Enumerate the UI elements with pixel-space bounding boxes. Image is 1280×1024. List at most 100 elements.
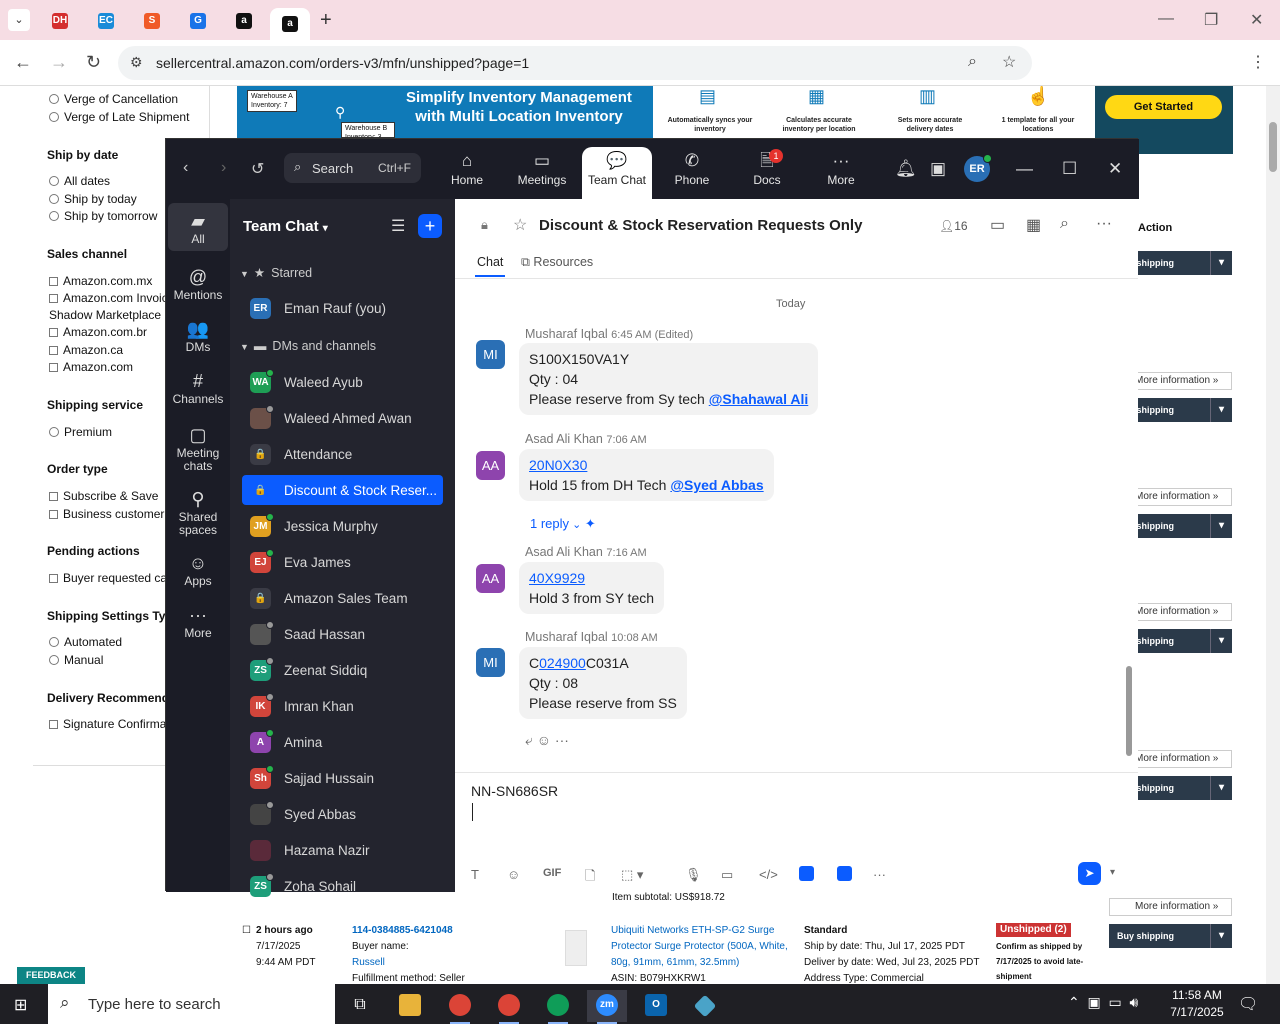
channel-list-item[interactable]: WA Waleed Ayub [242,367,443,397]
channel-list-item[interactable]: ZS Zoha Sohail [242,871,443,901]
zoom-magnifier-icon[interactable]: ⌕ [968,53,977,71]
zoom-profile-avatar[interactable]: ER [964,154,992,182]
filter-option[interactable]: Amazon.com.br [49,325,147,339]
emoji-icon[interactable]: ☺ [507,867,520,882]
tab-meetings[interactable]: ▭ Meetings [508,147,576,199]
microphone-icon[interactable]: 🎙︎ [685,867,702,883]
radio-button[interactable] [49,94,59,104]
screenshot-icon[interactable]: ⬚ ▾ [621,867,643,883]
chevron-up-icon[interactable]: ⌃ [1068,994,1080,1010]
mention-link[interactable]: @Shahawal Ali [709,391,809,407]
gif-icon[interactable]: GIF [543,867,561,879]
channel-list-item[interactable]: ZS Zeenat Siddiq [242,655,443,685]
chat-scrollbar[interactable] [1126,280,1134,760]
checkbox[interactable] [49,720,58,729]
message-avatar[interactable]: MI [476,648,505,677]
channel-list-item[interactable]: Syed Abbas [242,799,443,829]
radio-button[interactable] [49,112,59,122]
zoom-search-box[interactable]: ⌕ Search Ctrl+F [284,153,421,183]
message-avatar[interactable]: MI [476,340,505,369]
address-bar[interactable]: ⚙ sellercentral.amazon.com/orders-v3/mfn… [118,46,1032,80]
browser-tab[interactable]: a [270,8,310,40]
chrome-icon[interactable] [538,990,578,1024]
send-icon[interactable]: ➤ [1078,862,1101,885]
zoom-minimize-icon[interactable]: — [1016,159,1033,179]
code-icon[interactable]: </> [759,867,778,882]
radio-button[interactable] [49,427,59,437]
taskbar-search[interactable]: ⌕ Type here to search [48,984,335,1024]
channel-list-item[interactable]: 🔒 Attendance [242,439,443,469]
buyer-name-link[interactable]: Russell [352,955,385,971]
tab-team-chat[interactable]: 💬 Team Chat [582,147,652,199]
channel-list-item[interactable]: EJ Eva James [242,547,443,577]
windows-start-icon[interactable]: ⊞ [14,995,27,1015]
taskbar-clock[interactable]: 11:58 AM 7/17/2025 [1168,987,1226,1021]
tab-chat[interactable]: Chat [474,255,506,277]
channel-list-item[interactable]: 🔒 Amazon Sales Team [242,583,443,613]
checkbox[interactable] [49,574,58,583]
dms-channels-section[interactable]: ▼ ▬ DMs and channels [240,339,376,353]
channel-list-item[interactable]: Hazama Nazir [242,835,443,865]
filter-option[interactable]: Verge of Late Shipment [49,110,189,124]
channel-list-item[interactable]: Sh Sajjad Hussain [242,763,443,793]
video-icon[interactable]: ▭ [990,215,1005,235]
reload-icon[interactable]: ↻ [86,52,101,73]
radio-button[interactable] [49,176,59,186]
chrome-icon[interactable] [489,990,529,1024]
rail-item-meeting-chats[interactable]: ▢ Meeting chats [168,417,228,473]
forward-arrow-icon[interactable]: → [50,52,68,73]
rail-item-shared-spaces[interactable]: ⚲ Shared spaces [168,481,228,537]
message-author[interactable]: Asad Ali Khan [525,545,603,559]
chevron-down-icon[interactable]: ▾ [1210,514,1232,538]
tab-phone[interactable]: ✆ Phone [658,147,726,199]
chevron-down-icon[interactable]: ▾ [1210,629,1232,653]
notifications-icon[interactable]: 🗨︎ [1238,994,1258,1014]
filter-option[interactable]: Amazon.com.mx [49,274,152,288]
message-list[interactable]: Today MI Musharaf Iqbal 6:45 AM (Edited) S… [455,280,1138,770]
app-icon[interactable] [799,866,814,881]
new-chat-plus-icon[interactable]: + [418,214,442,238]
minimize-icon[interactable]: — [1158,10,1174,28]
message-link[interactable]: 024900 [539,655,586,671]
bell-icon[interactable]: 🔔︎ [895,159,917,179]
filter-option[interactable]: Subscribe & Save [49,489,158,503]
tab-more[interactable]: ··· More [807,147,875,199]
message-author[interactable]: Asad Ali Khan [525,432,603,446]
order-id-link[interactable]: 114-0384885-6421048 [352,923,453,939]
filter-option[interactable]: Automated [49,635,122,649]
radio-button[interactable] [49,194,59,204]
filter-option[interactable]: Verge of Cancellation [49,92,178,106]
close-window-icon[interactable]: ✕ [1250,10,1263,30]
message-avatar[interactable]: AA [476,451,505,480]
product-title-link[interactable]: Ubiquiti Networks ETH-SP-G2 Surge Protec… [611,923,796,971]
channel-list-item[interactable]: A Amina [242,727,443,757]
filter-option[interactable]: Ship by tomorrow [49,209,157,223]
page-scrollbar-thumb[interactable] [1269,122,1277,172]
zoom-forward-icon[interactable]: › [221,159,226,177]
rail-item-apps[interactable]: ☺ Apps [168,545,228,591]
radio-button[interactable] [49,655,59,665]
rail-item-dms[interactable]: 👥 DMs [168,311,228,357]
video-message-icon[interactable]: ▭ [721,867,733,883]
channel-list-item[interactable]: Waleed Ahmed Awan [242,403,443,433]
message-author[interactable]: Musharaf Iqbal [525,327,608,341]
radio-button[interactable] [49,211,59,221]
zoom-close-icon[interactable]: ✕ [1108,159,1122,179]
zoom-maximize-icon[interactable]: ☐ [1062,159,1077,179]
more-options-icon[interactable]: ··· [873,867,886,882]
chevron-down-icon[interactable]: ▾ [1210,776,1232,800]
feedback-button[interactable]: FEEDBACK ✕ [17,967,85,997]
browser-tab[interactable]: G [178,8,218,34]
mention-link[interactable]: @Syed Abbas [670,477,763,493]
filter-option[interactable]: Premium [49,425,112,439]
message-composer[interactable]: NN-SN686SR T ☺ GIF 🗋 ⬚ ▾ 🎙︎ ▭ </> ··· ➤ … [455,772,1138,892]
checkbox[interactable] [49,363,58,372]
tab-resources[interactable]: ⧉ Resources [521,255,593,270]
search-icon[interactable]: ⌕ [1060,215,1069,233]
message-avatar[interactable]: AA [476,564,505,593]
sidebar-title[interactable]: Team Chat ▾ [243,218,328,235]
rail-item-mentions[interactable]: @ Mentions [168,259,228,305]
ai-sparkle-icon[interactable]: ✦ [581,516,596,531]
browser-tab[interactable]: DH [40,8,80,34]
favorite-star-icon[interactable]: ☆ [513,215,527,235]
